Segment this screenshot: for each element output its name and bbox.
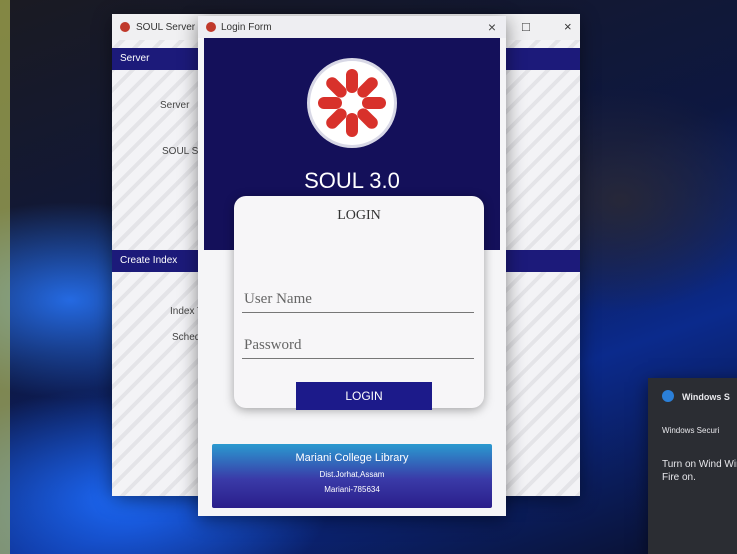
login-form-window[interactable]: Login Form × SOUL 3.0 LOGIN User Name Pa… bbox=[198, 16, 506, 516]
toast-title: Windows S bbox=[682, 392, 730, 402]
photo-frame-edge bbox=[0, 0, 10, 554]
library-footer: Mariani College Library Dist.Jorhat,Assa… bbox=[212, 444, 492, 508]
close-icon[interactable]: × bbox=[488, 19, 496, 35]
shield-icon bbox=[662, 390, 674, 402]
password-placeholder: Password bbox=[244, 337, 302, 353]
windows-security-toast[interactable]: Windows S Windows Securi Turn on Wind Wi… bbox=[648, 378, 737, 554]
server-label: Server bbox=[160, 100, 190, 111]
password-field[interactable]: Password bbox=[242, 330, 474, 359]
toast-subtitle: Windows Securi bbox=[662, 426, 720, 435]
maximize-icon[interactable]: □ bbox=[522, 19, 530, 34]
footer-district: Dist.Jorhat,Assam bbox=[319, 470, 385, 479]
login-button[interactable]: LOGIN bbox=[296, 382, 432, 410]
login-card-title: LOGIN bbox=[337, 208, 381, 223]
window-app-icon bbox=[206, 22, 216, 32]
login-window-title: Login Form bbox=[221, 21, 272, 33]
window-app-icon bbox=[120, 22, 130, 32]
server-window-title: SOUL Server bbox=[136, 21, 196, 33]
close-icon[interactable]: × bbox=[564, 19, 572, 34]
footer-pincode: Mariani-785634 bbox=[324, 485, 380, 494]
footer-library-name: Mariani College Library bbox=[295, 452, 409, 464]
soul-server-label: SOUL S bbox=[162, 146, 199, 157]
login-card: LOGIN User Name Password bbox=[234, 196, 484, 408]
login-window-titlebar[interactable]: Login Form × bbox=[198, 16, 506, 38]
app-title: SOUL 3.0 bbox=[304, 168, 400, 193]
username-field[interactable]: User Name bbox=[242, 284, 474, 313]
toast-body: Turn on Wind Windows Fire on. bbox=[662, 459, 737, 483]
username-placeholder: User Name bbox=[244, 291, 312, 307]
soul-logo-icon bbox=[307, 58, 397, 148]
